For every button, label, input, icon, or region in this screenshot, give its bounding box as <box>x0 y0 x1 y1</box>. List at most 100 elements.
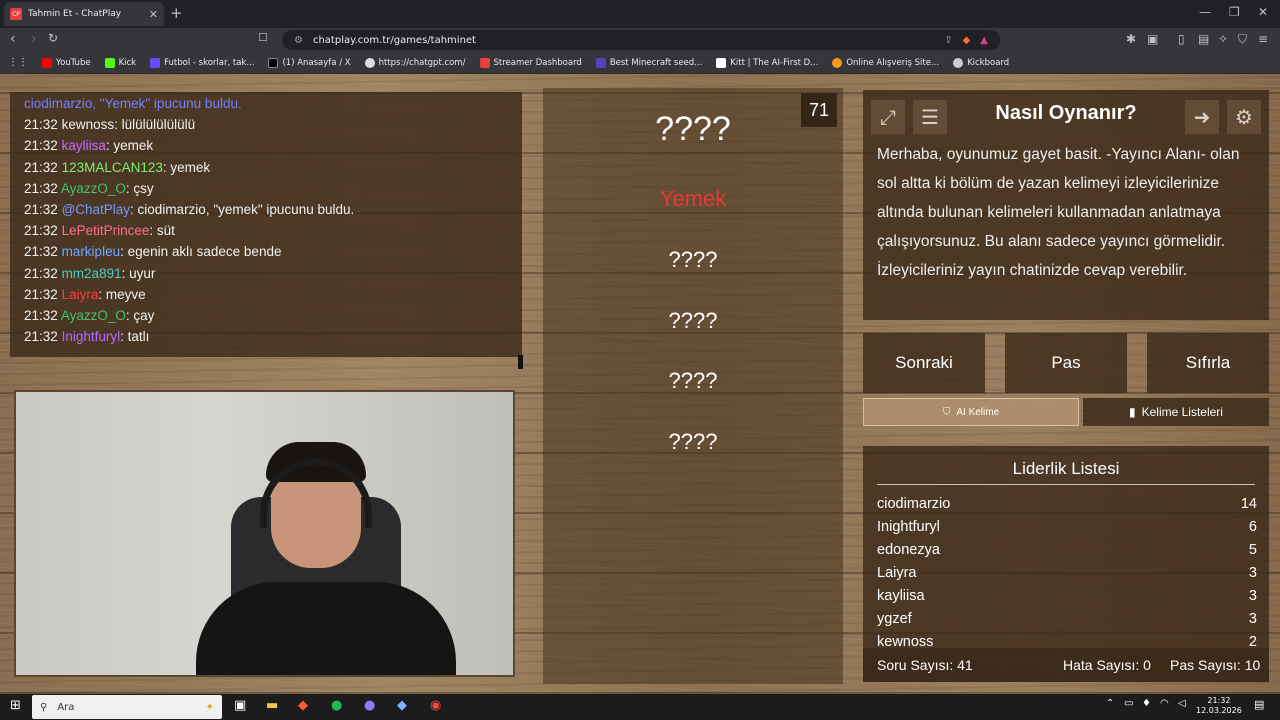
menu-icon[interactable]: ≡ <box>1258 32 1268 46</box>
reset-button[interactable]: Sıfırla <box>1147 333 1269 393</box>
notifications-icon[interactable]: ▤ <box>1254 698 1264 711</box>
x-icon <box>268 57 279 68</box>
tab-active[interactable]: CP Tahmin Et - ChatPlay ✕ <box>4 2 164 26</box>
bookmark-x[interactable]: (1) Anasayfa / X <box>268 57 351 68</box>
error-count: Hata Sayısı: 0 <box>1063 657 1151 673</box>
volume-icon[interactable]: ◁ <box>1178 698 1186 709</box>
sidebar-icon[interactable]: ▯ <box>1178 32 1185 46</box>
chatplay-favicon-icon: CP <box>10 8 22 20</box>
hidden-word: ???? <box>668 429 718 454</box>
brave-shield-icon[interactable]: ◆ <box>963 35 971 46</box>
chat-line: 21:32 Inightfuryl: tatlı <box>24 329 150 345</box>
pass-button[interactable]: Pas <box>1005 333 1127 393</box>
sparkle-icon: ✦ <box>205 701 214 713</box>
leaderboard-row: edonezya 5 <box>877 542 1257 558</box>
bookmarks-bar: ⋮⋮ YouTube Kick Futbol - skorlar, tak...… <box>0 52 1280 74</box>
leo-ai-icon[interactable]: ✧ <box>1218 32 1228 46</box>
bookmark-kickboard[interactable]: Kickboard <box>953 57 1009 68</box>
chatgpt-icon <box>364 57 375 68</box>
windows-start-icon[interactable]: ⊞ <box>10 698 21 713</box>
question-count: Soru Sayısı: 41 <box>877 657 973 673</box>
tray-overflow-icon[interactable]: ⌃ <box>1106 698 1114 709</box>
bookmark-chatgpt[interactable]: https://chatgpt.com/ <box>364 57 466 68</box>
chat-scrollbar[interactable] <box>518 355 523 369</box>
bookmark-futbol[interactable]: Futbol - skorlar, tak... <box>150 57 254 68</box>
leaderboard-panel: Liderlik Listesi ciodimarzio 14 Inightfur… <box>863 446 1269 682</box>
leaderboard-row: ygzef 3 <box>877 611 1257 627</box>
streamer-dashboard-icon <box>479 57 490 68</box>
url-text: chatplay.com.tr/games/tahminet <box>312 34 476 46</box>
address-bar[interactable]: ⚙ chatplay.com.tr/games/tahminet ⇪ ◆ ▲ <box>282 30 1000 50</box>
ai-word-button[interactable]: ⛉ AI Kelime <box>863 398 1079 426</box>
clipboard-icon: ▮ <box>1129 405 1136 419</box>
share-icon[interactable]: ⇪ <box>944 35 952 46</box>
game-page: ciodimarzio, "Yemek" ipucunu buldu. 21:3… <box>0 74 1280 694</box>
reload-button[interactable]: ↻ <box>48 31 58 45</box>
chat-line: 21:32 mm2a891: uyur <box>24 265 156 281</box>
chat-panel: ciodimarzio, "Yemek" ipucunu buldu. 21:3… <box>10 92 522 357</box>
app-icon[interactable]: ◆ <box>397 698 407 713</box>
bookmark-kick[interactable]: Kick <box>104 57 136 68</box>
microphone-icon[interactable]: ♦ <box>1142 698 1151 709</box>
leaderboard-row: ciodimarzio 14 <box>877 496 1257 512</box>
how-to-play-title: Nasıl Oynanır? <box>995 102 1137 124</box>
stats-bar: Soru Sayısı: 41 Hata Sayısı: 0 Pas Sayıs… <box>863 648 1269 682</box>
apps-grid-icon[interactable]: ⋮⋮ <box>8 57 28 68</box>
taskbar-search[interactable]: ⚲ Ara ✦ <box>32 695 222 719</box>
brave-rewards-icon[interactable]: ▲ <box>980 35 988 46</box>
site-info-icon[interactable]: ⚙ <box>294 35 303 46</box>
found-word: Yemek <box>659 186 727 211</box>
bookmark-youtube[interactable]: YouTube <box>42 57 91 68</box>
brave-icon[interactable]: ◆ <box>298 698 308 713</box>
chat-line: 21:32 kewnoss: lülülülülülülü <box>24 117 196 133</box>
wallet-icon[interactable]: ▤ <box>1198 32 1209 46</box>
leaderboard-title: Liderlik Listesi <box>1012 459 1120 478</box>
leaderboard-row: Laiyra 3 <box>877 565 1257 581</box>
how-to-play-text: Merhaba, oyunumuz gayet basit. -Yayıncı … <box>877 146 1240 279</box>
restore-button[interactable]: ❐ <box>1229 5 1240 19</box>
tab-search-icon[interactable]: ▣ <box>1147 32 1158 46</box>
recording-app-icon[interactable]: ◉ <box>430 698 441 713</box>
wifi-icon[interactable]: ◠ <box>1160 698 1169 709</box>
windows-taskbar: ⊞ ⚲ Ara ✦ ▣ ▬ ◆ ● ● ◆ ◉ ⌃ ▭ ♦ ◠ ◁ 21:32 … <box>0 694 1280 720</box>
window-close-button[interactable]: ✕ <box>1258 5 1268 19</box>
network-icon[interactable]: ▭ <box>1124 698 1133 709</box>
vpn-icon[interactable]: ⛉ <box>1238 32 1247 47</box>
word-lists-button[interactable]: ▮ Kelime Listeleri <box>1083 398 1269 426</box>
new-tab-button[interactable]: + <box>170 4 183 22</box>
youtube-icon <box>42 57 52 68</box>
spotify-icon[interactable]: ● <box>331 698 342 713</box>
system-clock[interactable]: 21:32 12.03.2026 <box>1196 696 1242 716</box>
file-explorer-icon[interactable]: ▬ <box>266 698 278 713</box>
bookmark-icon[interactable]: ☐ <box>258 31 268 44</box>
futbol-icon <box>150 57 161 68</box>
bookmark-minecraft[interactable]: Best Minecraft seed... <box>595 57 702 68</box>
minecraft-icon <box>595 57 606 68</box>
extensions-icon[interactable]: ✱ <box>1126 32 1136 46</box>
hidden-word: ???? <box>668 247 718 272</box>
chat-line: 21:32 @ChatPlay: ciodimarzio, "yemek" ip… <box>24 202 355 218</box>
minimize-button[interactable]: — <box>1199 5 1211 19</box>
bookmark-streamer-dashboard[interactable]: Streamer Dashboard <box>479 57 582 68</box>
task-view-icon[interactable]: ▣ <box>234 698 246 713</box>
streamer-body <box>196 582 456 675</box>
browser-tabstrip: CP Tahmin Et - ChatPlay ✕ + — ❐ ✕ <box>0 0 1280 28</box>
next-button[interactable]: Sonraki <box>863 333 985 393</box>
tab-title: Tahmin Et - ChatPlay <box>28 9 122 19</box>
search-icon: ⚲ <box>40 701 48 713</box>
bookmark-kitt[interactable]: Kitt | The AI-First D... <box>716 57 818 68</box>
bookmark-online-shopping[interactable]: Online Alışveriş Site... <box>832 57 939 68</box>
timer-counter: 71 <box>801 93 837 127</box>
forward-button[interactable]: › <box>31 31 37 47</box>
kickboard-icon <box>953 57 964 68</box>
back-button[interactable]: ‹ <box>10 31 16 47</box>
shield-icon: ⛉ <box>942 406 951 418</box>
discord-icon[interactable]: ● <box>364 698 375 713</box>
hidden-word: ???? <box>668 308 718 333</box>
chat-line: 21:32 LePetitPrincee: süt <box>24 223 175 239</box>
chat-line: ciodimarzio, "Yemek" ipucunu buldu. <box>24 96 242 111</box>
shopping-icon <box>832 57 843 68</box>
tab-close-icon[interactable]: ✕ <box>149 8 158 21</box>
kick-icon <box>104 57 115 68</box>
main-word: ???? <box>655 110 731 148</box>
